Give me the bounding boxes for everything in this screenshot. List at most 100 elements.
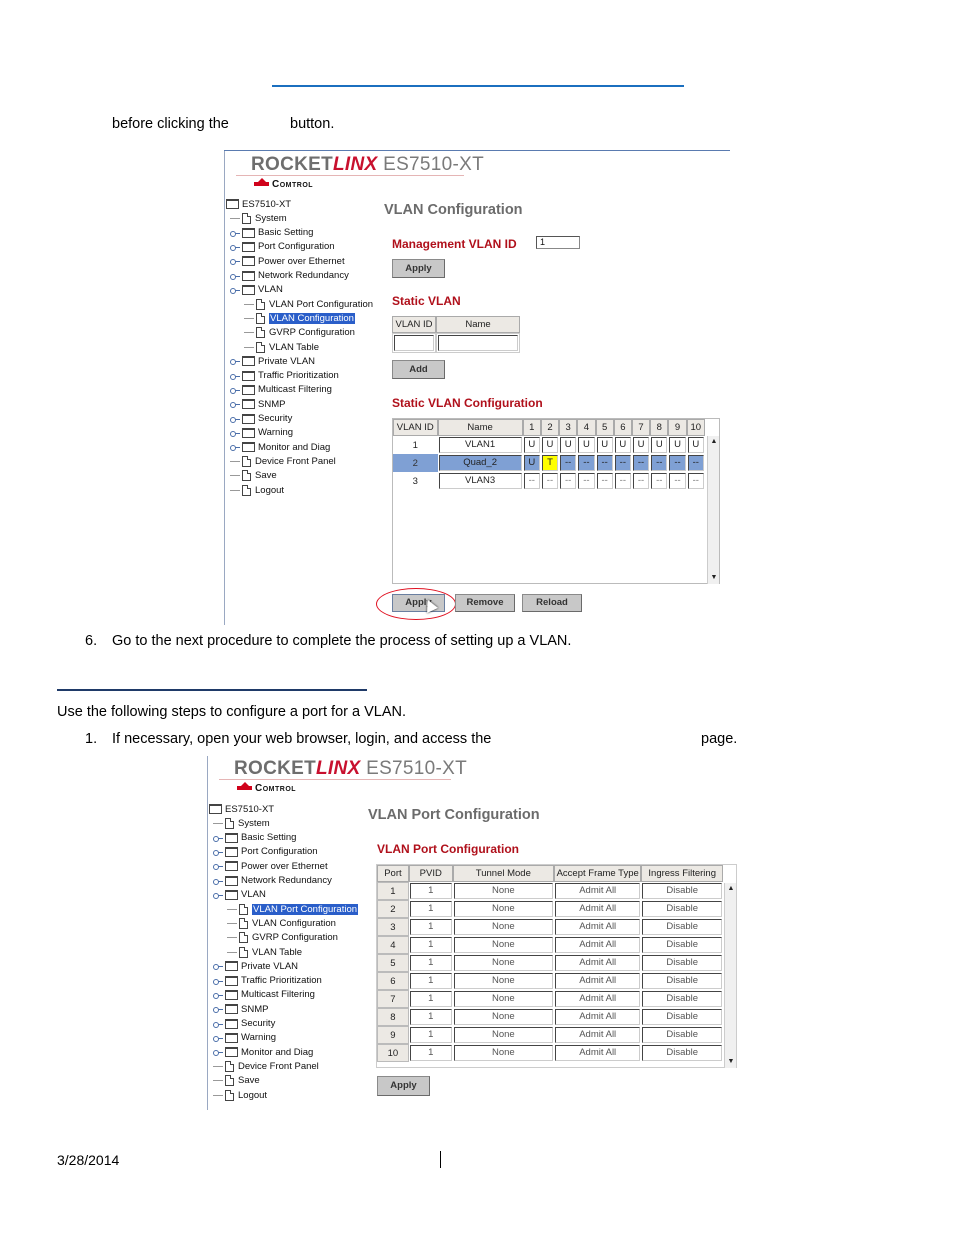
add-vlan-button[interactable]: Add <box>392 360 445 379</box>
management-vlan-id-input[interactable]: 1 <box>536 236 580 249</box>
tunnel-mode-select[interactable]: None <box>453 883 553 899</box>
scroll-down-icon[interactable]: ▼ <box>708 572 720 584</box>
port-membership-select[interactable]: -- <box>578 473 595 489</box>
pvid-input[interactable]: 1 <box>409 901 452 917</box>
ingress-filtering-select[interactable]: Disable <box>642 991 722 1007</box>
tree-root[interactable]: ES7510-XT <box>209 803 274 815</box>
port-membership-select[interactable]: U <box>578 437 595 453</box>
tree-item-multicast-filtering[interactable]: Multicast Filtering <box>213 989 315 1001</box>
tree-item-monitor-and-diag[interactable]: Monitor and Diag <box>213 1046 313 1058</box>
tree-item-snmp[interactable]: SNMP <box>213 1003 268 1015</box>
tree-item-port-configuration[interactable]: Port Configuration <box>230 241 335 253</box>
port-membership-select[interactable]: -- <box>523 473 540 489</box>
collapsed-node-icon[interactable] <box>230 256 240 266</box>
collapsed-node-icon[interactable] <box>213 1019 223 1029</box>
collapsed-node-icon[interactable] <box>213 990 223 1000</box>
vertical-scrollbar[interactable]: ▲ ▼ <box>724 883 736 1068</box>
port-membership-select[interactable]: -- <box>632 473 650 489</box>
tunnel-mode-select[interactable]: None <box>453 901 553 917</box>
port-membership-select[interactable]: -- <box>596 473 613 489</box>
table-row[interactable]: 2 Quad_2 U T -- -- -- -- -- -- -- -- <box>393 454 705 472</box>
collapsed-node-icon[interactable] <box>213 833 223 843</box>
vertical-scrollbar[interactable]: ▲ ▼ <box>707 436 719 584</box>
new-vlan-name-input[interactable] <box>438 335 518 351</box>
pvid-input[interactable]: 1 <box>409 1009 452 1025</box>
port-membership-select[interactable]: -- <box>614 473 631 489</box>
ingress-filtering-select[interactable]: Disable <box>642 883 722 899</box>
tree-item-monitor-and-diag[interactable]: Monitor and Diag <box>230 441 330 453</box>
tree-item-port-configuration[interactable]: Port Configuration <box>213 846 318 858</box>
pvid-input[interactable]: 1 <box>409 883 452 899</box>
tree-item-gvrp-configuration[interactable]: GVRP Configuration <box>244 327 355 339</box>
tree-item-system[interactable]: System <box>230 212 287 224</box>
scroll-up-icon[interactable]: ▲ <box>708 436 720 448</box>
accept-frame-type-select[interactable]: Admit All <box>554 973 641 989</box>
tree-item-vlan[interactable]: VLAN <box>230 284 283 296</box>
tree-item-basic-setting[interactable]: Basic Setting <box>213 832 296 844</box>
port-membership-select[interactable]: -- <box>632 455 650 471</box>
tree-item-save[interactable]: Save <box>230 470 277 482</box>
collapsed-node-icon[interactable] <box>230 428 240 438</box>
collapsed-node-icon[interactable] <box>230 228 240 238</box>
port-membership-select[interactable]: -- <box>687 473 704 489</box>
reload-button[interactable]: Reload <box>522 594 582 612</box>
tree-item-snmp[interactable]: SNMP <box>230 398 285 410</box>
collapsed-node-icon[interactable] <box>213 876 223 886</box>
accept-frame-type-select[interactable]: Admit All <box>554 937 641 953</box>
tree-item-device-front-panel[interactable]: Device Front Panel <box>213 1060 319 1072</box>
tree-root[interactable]: ES7510-XT <box>226 198 291 210</box>
tree-item-device-front-panel[interactable]: Device Front Panel <box>230 455 336 467</box>
tunnel-mode-select[interactable]: None <box>453 973 553 989</box>
tunnel-mode-select[interactable]: None <box>453 955 553 971</box>
accept-frame-type-select[interactable]: Admit All <box>554 919 641 935</box>
vlan-name-field[interactable]: VLAN3 <box>438 473 522 489</box>
collapsed-node-icon[interactable] <box>213 1033 223 1043</box>
apply-button[interactable]: Apply <box>377 1076 430 1096</box>
tree-item-warning[interactable]: Warning <box>213 1032 276 1044</box>
accept-frame-type-select[interactable]: Admit All <box>554 1045 641 1061</box>
port-membership-select[interactable]: -- <box>560 473 577 489</box>
port-membership-select[interactable]: T <box>541 455 559 471</box>
port-membership-select[interactable]: U <box>523 437 540 453</box>
tunnel-mode-select[interactable]: None <box>453 919 553 935</box>
pvid-input[interactable]: 1 <box>409 919 452 935</box>
tunnel-mode-select[interactable]: None <box>453 1045 553 1061</box>
remove-button[interactable]: Remove <box>455 594 515 612</box>
table-row[interactable]: 1 VLAN1 U U U U U U U U U U <box>393 436 705 454</box>
tunnel-mode-select[interactable]: None <box>453 1009 553 1025</box>
collapsed-node-icon[interactable] <box>213 961 223 971</box>
port-membership-select[interactable]: U <box>541 437 559 453</box>
tree-item-traffic-prioritization[interactable]: Traffic Prioritization <box>230 370 339 382</box>
management-apply-button[interactable]: Apply <box>392 259 445 278</box>
ingress-filtering-select[interactable]: Disable <box>642 955 722 971</box>
expanded-node-icon[interactable] <box>213 890 223 900</box>
port-membership-select[interactable]: -- <box>578 455 595 471</box>
tree-item-vlan-table[interactable]: VLAN Table <box>244 341 319 353</box>
port-membership-select[interactable]: U <box>614 437 631 453</box>
tunnel-mode-select[interactable]: None <box>453 991 553 1007</box>
pvid-input[interactable]: 1 <box>409 973 452 989</box>
port-membership-select[interactable]: -- <box>687 455 704 471</box>
tree-item-gvrp-configuration[interactable]: GVRP Configuration <box>227 932 338 944</box>
ingress-filtering-select[interactable]: Disable <box>642 901 722 917</box>
accept-frame-type-select[interactable]: Admit All <box>554 901 641 917</box>
port-membership-select[interactable]: -- <box>651 455 668 471</box>
accept-frame-type-select[interactable]: Admit All <box>554 991 641 1007</box>
vlan-name-field[interactable]: VLAN1 <box>438 437 522 453</box>
collapsed-node-icon[interactable] <box>213 861 223 871</box>
collapsed-node-icon[interactable] <box>230 356 240 366</box>
collapsed-node-icon[interactable] <box>213 1004 223 1014</box>
tunnel-mode-select[interactable]: None <box>453 1027 553 1043</box>
collapsed-node-icon[interactable] <box>230 414 240 424</box>
port-membership-select[interactable]: U <box>523 455 540 471</box>
pvid-input[interactable]: 1 <box>409 991 452 1007</box>
ingress-filtering-select[interactable]: Disable <box>642 1009 722 1025</box>
collapsed-node-icon[interactable] <box>213 1047 223 1057</box>
tree-item-save[interactable]: Save <box>213 1075 260 1087</box>
collapsed-node-icon[interactable] <box>230 271 240 281</box>
tree-item-power-over-ethernet[interactable]: Power over Ethernet <box>230 255 345 267</box>
tree-item-vlan-table[interactable]: VLAN Table <box>227 946 302 958</box>
port-membership-select[interactable]: -- <box>541 473 559 489</box>
tree-item-vlan-configuration[interactable]: VLAN Configuration <box>244 311 356 325</box>
ingress-filtering-select[interactable]: Disable <box>642 1027 722 1043</box>
